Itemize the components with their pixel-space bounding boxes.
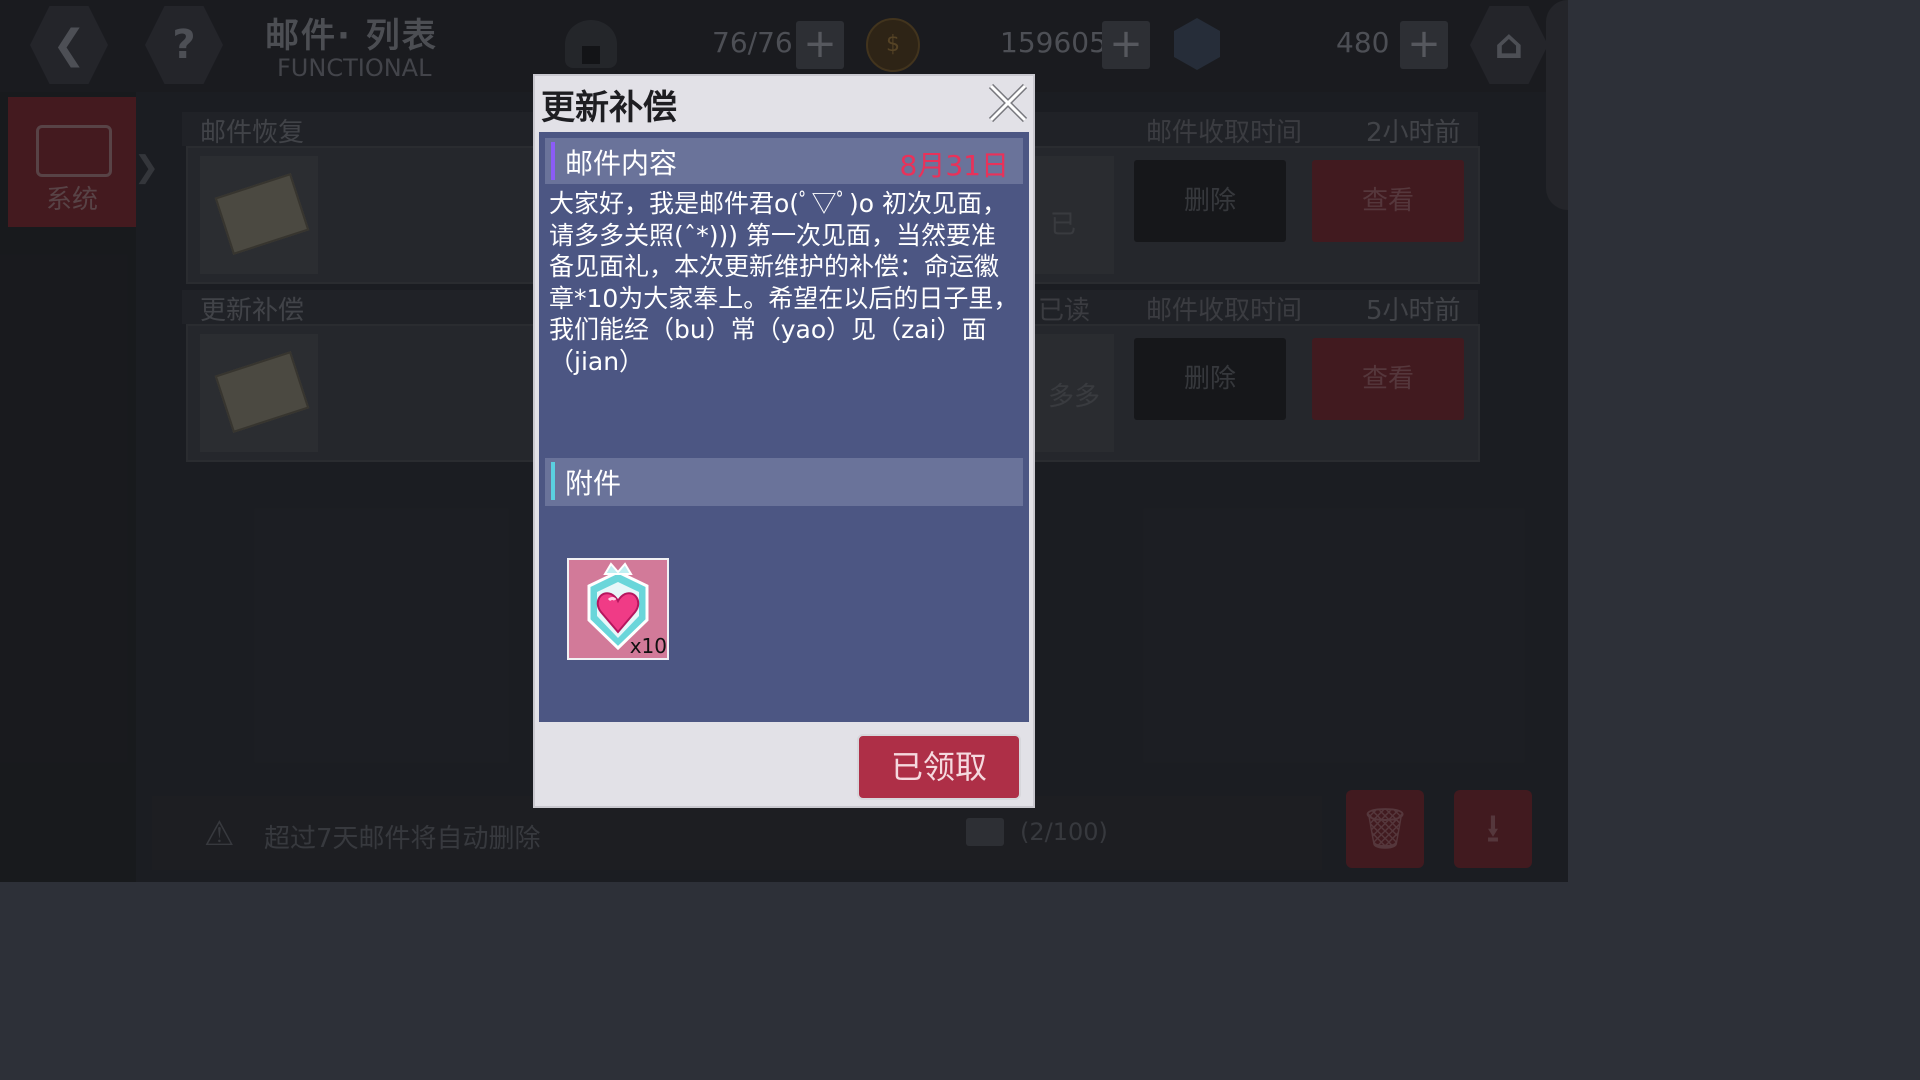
- mail-date: 8月31日: [899, 149, 1009, 182]
- attachment-quantity: x10: [629, 634, 667, 658]
- content-header: 邮件内容 8月31日: [545, 138, 1023, 184]
- attachment-header-label: 附件: [565, 467, 622, 500]
- mail-body-text: 大家好，我是邮件君o(ﾟ▽ﾟ)o 初次见面，请多多关照(ˆ*))) 第一次见面，…: [549, 189, 1019, 376]
- claimed-button[interactable]: 已领取: [857, 734, 1021, 800]
- content-header-label: 邮件内容: [565, 147, 678, 180]
- close-icon[interactable]: [987, 82, 1029, 124]
- mail-dialog: 更新补偿 邮件内容 8月31日 大家好，我是邮件君o(ﾟ▽ﾟ)o 初次见面，请多…: [533, 74, 1035, 808]
- dialog-title: 更新补偿: [541, 88, 677, 128]
- accent-bar: [551, 142, 555, 180]
- attachment-header: 附件: [545, 458, 1023, 506]
- attachment-item[interactable]: x10: [567, 558, 669, 660]
- accent-bar: [551, 462, 555, 500]
- dialog-panel: 邮件内容 8月31日 大家好，我是邮件君o(ﾟ▽ﾟ)o 初次见面，请多多关照(ˆ…: [539, 132, 1029, 722]
